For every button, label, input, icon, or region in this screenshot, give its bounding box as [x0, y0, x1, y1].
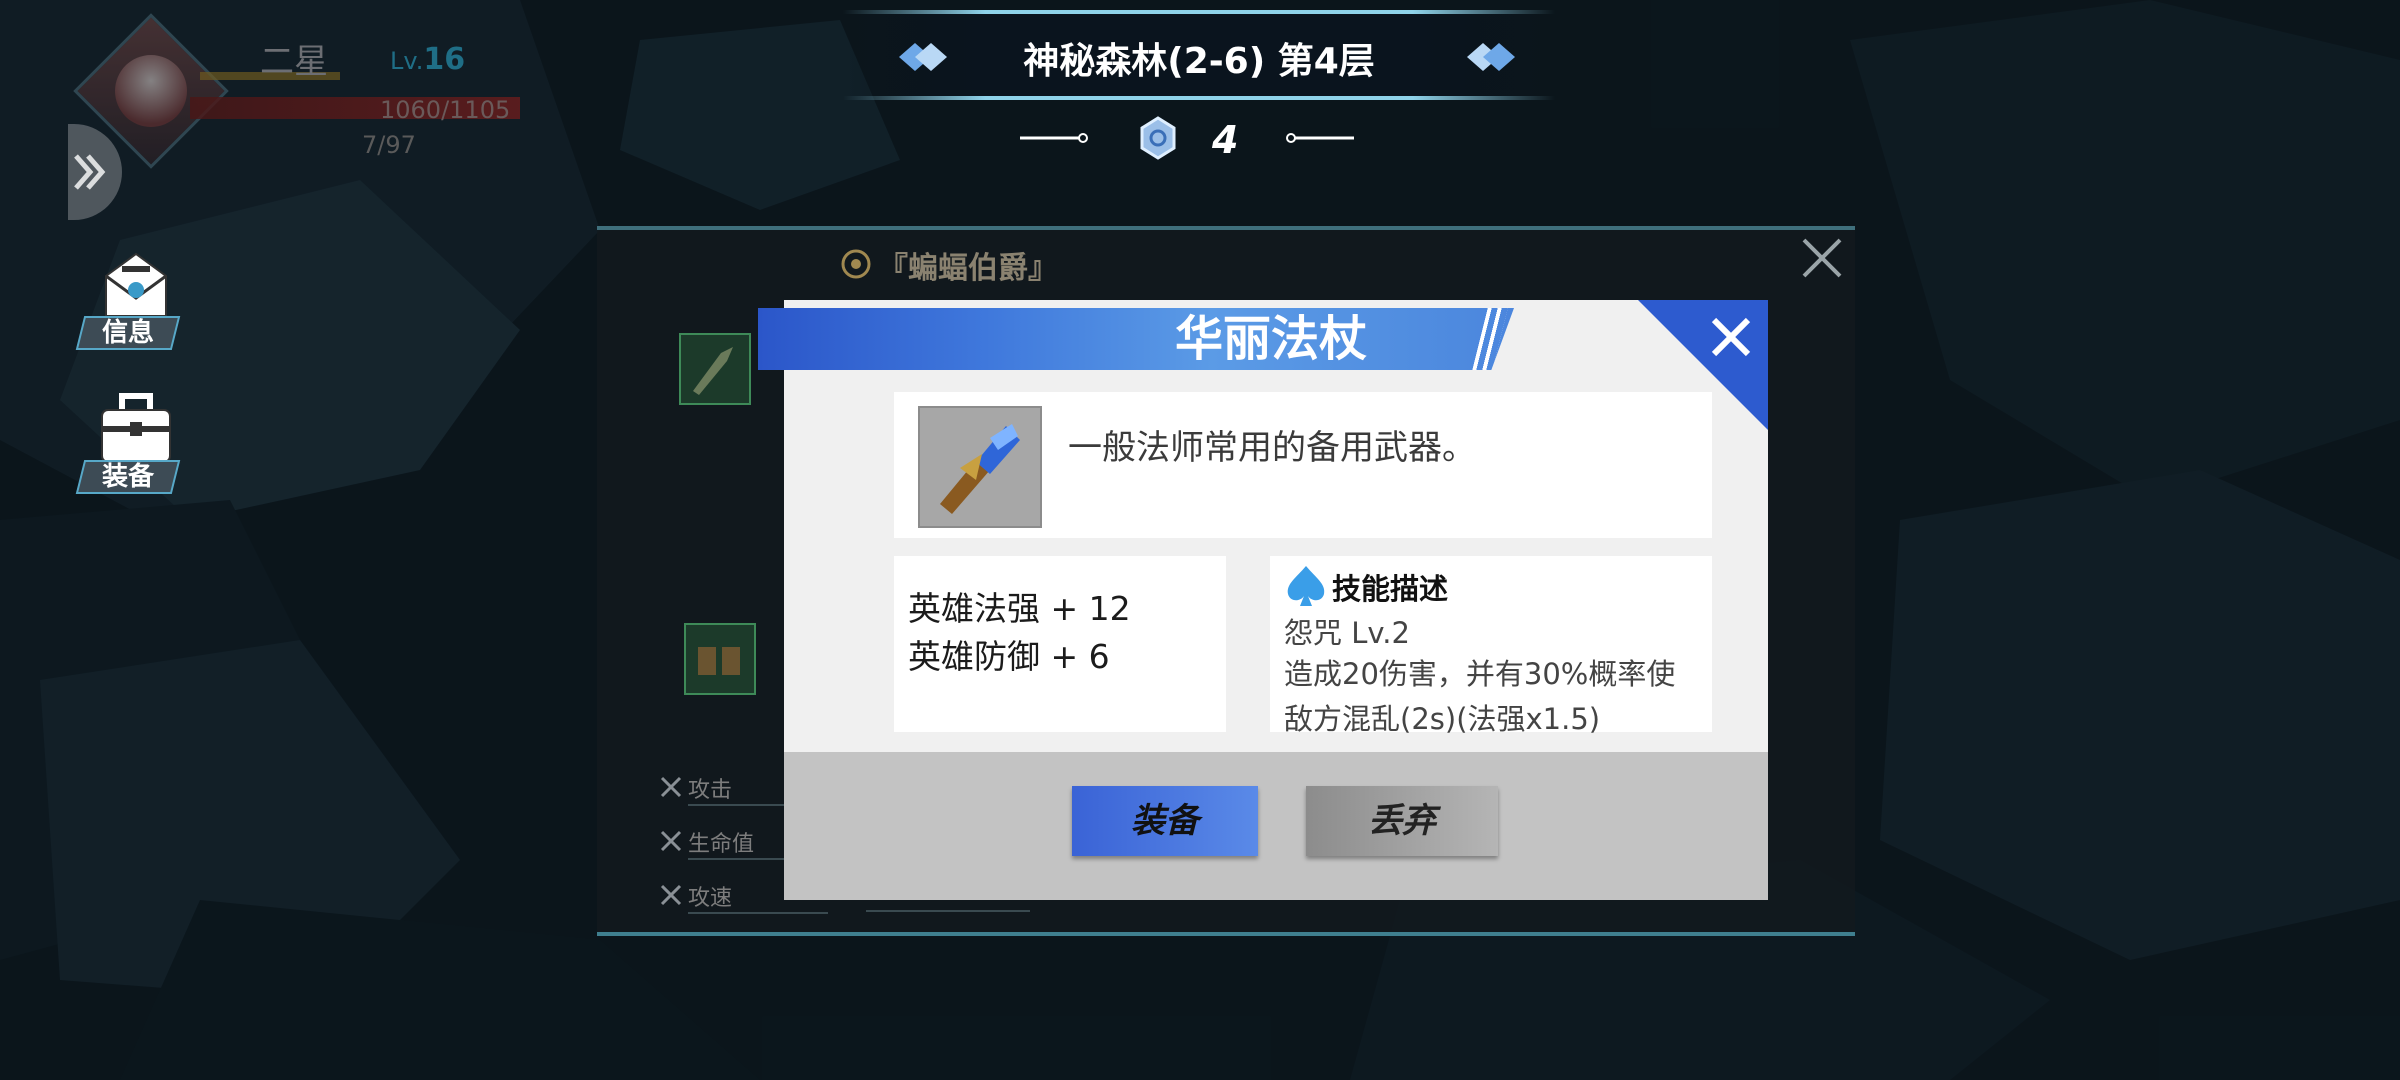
- attribute-line: 英雄法强 + 12: [908, 589, 1131, 628]
- stage-bar-bottom-line: [843, 96, 1555, 100]
- line-right-icon: [1286, 133, 1354, 143]
- hp-text: 1060/1105: [380, 96, 511, 124]
- info-label-box: 信息: [75, 316, 181, 350]
- attribute-box: 英雄法强 + 12 英雄防御 + 6: [894, 556, 1226, 732]
- mp-text: 7/97: [362, 131, 416, 159]
- equip-button[interactable]: 装备: [1072, 786, 1258, 856]
- hero-level: Lv.16: [390, 42, 465, 77]
- line-left-icon: [1020, 133, 1088, 143]
- badge-icon: [841, 249, 871, 279]
- skill-name: 怨咒 Lv.2: [1284, 616, 1410, 650]
- level-value: 16: [423, 42, 466, 77]
- attack-speed-icon: [660, 884, 682, 906]
- dialog-footer: [784, 752, 1768, 900]
- crystal-key-icon: [1140, 116, 1176, 160]
- dagger-icon: [693, 347, 733, 395]
- spade-icon: [1287, 566, 1325, 606]
- dialog-close-icon[interactable]: [1706, 312, 1756, 362]
- key-count: 4: [1212, 118, 1239, 162]
- attribute-line: 英雄防御 + 6: [908, 637, 1110, 676]
- equipment-button[interactable]: 装备: [75, 390, 188, 500]
- stage-title: 神秘森林(2-6) 第4层: [1023, 41, 1375, 82]
- attack-icon: [660, 776, 682, 798]
- mail-icon: [96, 246, 176, 326]
- close-icon[interactable]: [1800, 236, 1844, 280]
- item-description-box: 一般法师常用的备用武器。: [894, 392, 1712, 538]
- key-counter: 4: [1020, 116, 1360, 164]
- stage-title-bar: 神秘森林(2-6) 第4层: [843, 10, 1555, 102]
- hero-avatar: [100, 40, 202, 142]
- boss-title: 『蝙蝠伯爵』: [878, 251, 1058, 286]
- discard-button[interactable]: 丢弃: [1306, 786, 1498, 856]
- stage-bar-top-line: [843, 10, 1555, 14]
- hero-star-label: 二星: [260, 42, 328, 82]
- item-name: 华丽法杖: [1174, 311, 1367, 367]
- briefcase-icon: [96, 390, 176, 470]
- staff-icon: [918, 406, 1042, 528]
- item-detail-dialog: 华丽法杖 一般法师常用的备用武器。 英雄法强 + 12 英雄防御 + 6 技能描…: [758, 300, 1768, 900]
- equip-slot-weapon[interactable]: [679, 333, 751, 405]
- equip-label-box: 装备: [75, 460, 181, 494]
- hp-icon: [660, 830, 682, 852]
- skill-box: 技能描述 怨咒 Lv.2 造成20伤害，并有30%概率使敌方混乱(2s)(法强x…: [1270, 556, 1712, 736]
- diamond-right-icon: [1467, 43, 1515, 71]
- skill-header: 技能描述: [1332, 572, 1449, 606]
- info-button[interactable]: 信息: [75, 246, 188, 356]
- boots-icon: [698, 647, 740, 675]
- info-label: 信息: [101, 318, 154, 348]
- equip-slot-boots[interactable]: [684, 623, 756, 695]
- chevron-right-icon: [74, 154, 106, 190]
- equip-label: 装备: [101, 462, 154, 492]
- level-prefix: Lv.: [390, 47, 424, 75]
- item-description: 一般法师常用的备用武器。: [1068, 428, 1476, 468]
- skill-description: 造成20伤害，并有30%概率使敌方混乱(2s)(法强x1.5): [1284, 657, 1676, 736]
